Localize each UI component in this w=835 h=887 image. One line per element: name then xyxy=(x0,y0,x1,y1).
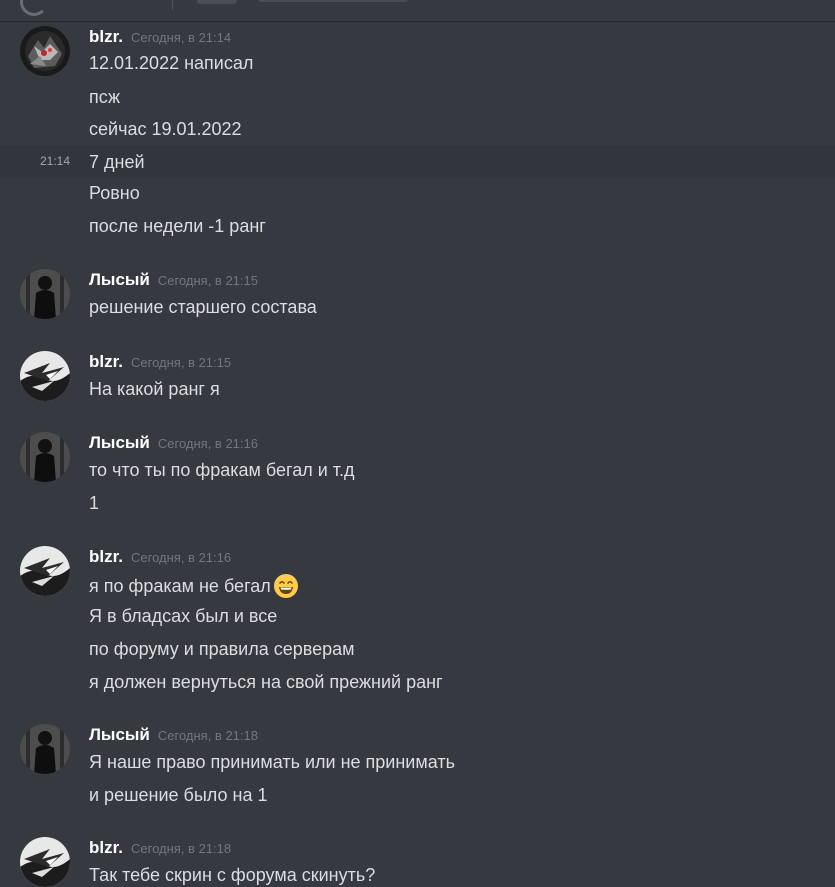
loading-icon xyxy=(20,0,48,16)
avatar[interactable] xyxy=(20,724,70,774)
message-author[interactable]: blzr. Сегодня, в 21:15 xyxy=(89,352,231,372)
message-text: я должен вернуться на свой прежний ранг xyxy=(89,672,443,692)
message-text: Ровно xyxy=(89,183,140,203)
message-text: 1 xyxy=(89,493,100,513)
message-text: по форуму и правила серверам xyxy=(89,639,355,659)
header-divider xyxy=(172,0,173,10)
author-name[interactable]: Лысый xyxy=(89,725,150,744)
message-author[interactable]: blzr. Сегодня, в 21:16 xyxy=(89,547,231,567)
message-text: сейчас 19.01.2022 xyxy=(89,119,242,139)
message-text: решение старшего состава xyxy=(89,297,317,317)
avatar[interactable] xyxy=(20,351,70,401)
message-timestamp: Сегодня, в 21:18 xyxy=(131,841,232,856)
message-author[interactable]: Лысый Сегодня, в 21:18 xyxy=(89,725,258,745)
message-text: я по фракам не бегал xyxy=(89,576,271,596)
message-text: Так тебе скрин с форума скинуть? xyxy=(89,865,376,885)
message-text: 12.01.2022 написал xyxy=(89,53,254,73)
channel-topic xyxy=(258,0,408,2)
avatar[interactable] xyxy=(20,432,70,482)
message-text: то что ты по фракам бегал и т.д xyxy=(89,460,355,480)
message-text: Я в бладсах был и все xyxy=(89,606,278,626)
channel-chip[interactable] xyxy=(197,0,237,4)
message-timestamp: Сегодня, в 21:16 xyxy=(131,550,232,565)
avatar[interactable] xyxy=(20,26,70,76)
message-line: я по фракам не бегал xyxy=(89,573,299,599)
channel-header xyxy=(0,0,835,22)
author-name[interactable]: blzr. xyxy=(89,27,123,46)
message-author[interactable]: Лысый Сегодня, в 21:16 xyxy=(89,433,258,453)
message-hover-time: 21:14 xyxy=(40,154,71,168)
message-text: псж xyxy=(89,87,120,107)
author-name[interactable]: Лысый xyxy=(89,433,150,452)
message-timestamp: Сегодня, в 21:15 xyxy=(157,273,258,288)
message-text: после недели -1 ранг xyxy=(89,216,266,236)
message-text: 7 дней xyxy=(89,152,145,172)
message-timestamp: Сегодня, в 21:15 xyxy=(131,355,232,370)
author-name[interactable]: Лысый xyxy=(89,270,150,289)
author-name[interactable]: blzr. xyxy=(89,838,123,857)
message-timestamp: Сегодня, в 21:18 xyxy=(157,728,258,743)
author-name[interactable]: blzr. xyxy=(89,547,123,566)
message-text: На какой ранг я xyxy=(89,379,220,399)
message-author[interactable]: Лысый Сегодня, в 21:15 xyxy=(89,270,258,290)
message-author[interactable]: blzr. Сегодня, в 21:14 xyxy=(89,27,231,47)
message-timestamp: Сегодня, в 21:14 xyxy=(131,30,232,45)
message-timestamp: Сегодня, в 21:16 xyxy=(157,436,258,451)
grinning-smiling-eyes-emoji[interactable] xyxy=(273,573,299,599)
message-text: и решение было на 1 xyxy=(89,785,268,805)
message-author[interactable]: blzr. Сегодня, в 21:18 xyxy=(89,838,231,858)
message-text: Я наше право принимать или не принимать xyxy=(89,752,455,772)
avatar[interactable] xyxy=(20,269,70,319)
avatar[interactable] xyxy=(20,546,70,596)
author-name[interactable]: blzr. xyxy=(89,352,123,371)
